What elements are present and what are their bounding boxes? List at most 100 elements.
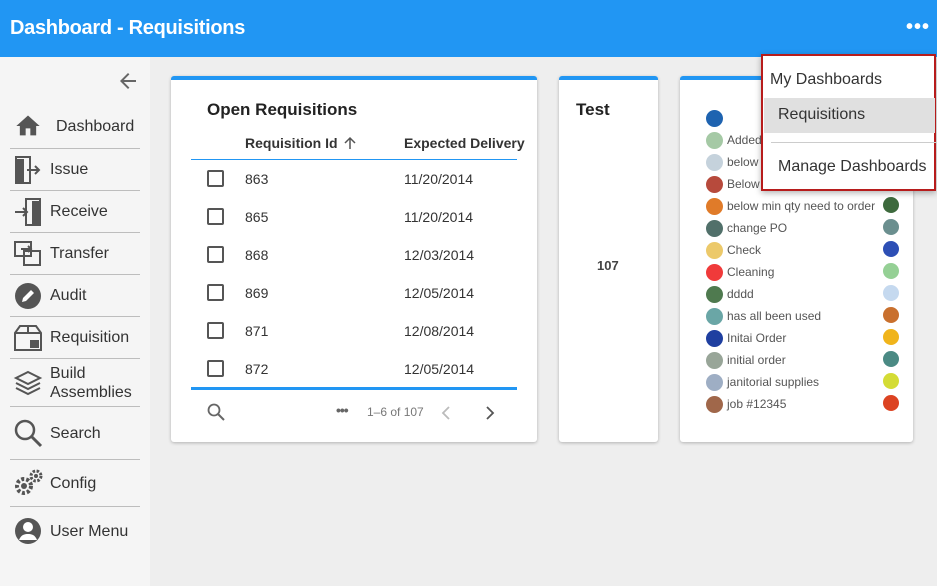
table-row[interactable]: 865 11/20/2014 [191,198,517,236]
legend-label: Cleaning [727,265,775,279]
legend-swatch [883,285,899,301]
legend-label: Below [727,177,760,191]
sidebar-item-dashboard[interactable]: Dashboard [10,104,140,149]
legend-swatch [883,241,899,257]
legend-item: janitorial supplies [706,373,819,391]
legend-swatch [883,219,899,235]
requisition-id-cell: 863 [245,171,269,187]
legend-swatch [706,241,723,259]
legend-swatch [706,175,723,193]
legend-item: initial order [706,351,786,369]
exit-door-icon [12,154,44,186]
sidebar-item-label: Issue [50,161,89,178]
sidebar-item-user-menu[interactable]: User Menu [10,507,140,555]
legend-swatch [706,395,723,413]
sidebar-item-label: Dashboard [56,117,135,135]
legend-swatch [883,373,899,389]
menu-item-label: Requisitions [778,106,866,123]
legend-item: below [706,153,758,171]
column-header-expected-delivery[interactable]: Expected Delivery [404,135,525,151]
legend-swatch [706,131,723,149]
sidebar-item-receive[interactable]: Receive [10,191,140,233]
sidebar-item-label: Build Assemblies [50,364,132,402]
enter-door-icon [12,196,44,228]
row-checkbox[interactable] [207,322,224,339]
sidebar-item-issue[interactable]: Issue [10,149,140,191]
legend-item: job #12345 [706,395,786,413]
dashboards-menu: My Dashboards Requisitions Manage Dashbo… [761,54,936,191]
card-title: Open Requisitions [207,100,358,119]
sidebar-item-config[interactable]: Config [10,460,140,507]
expected-delivery-cell: 11/20/2014 [404,171,474,187]
sidebar-item-label: Config [50,474,97,492]
table-row[interactable]: 868 12/03/2014 [191,236,517,274]
row-checkbox[interactable] [207,208,224,225]
legend-swatch [706,373,723,391]
arrow-left-icon[interactable] [116,69,140,93]
row-checkbox[interactable] [207,246,224,263]
legend-label: initial order [727,353,786,367]
sidebar-item-label: Transfer [50,245,109,262]
legend-swatch [883,307,899,323]
column-label: Requisition Id [245,135,338,151]
legend-label: change PO [727,221,788,235]
footer-divider [191,387,517,390]
open-requisitions-card: Open Requisitions Requisition Id Expecte… [171,76,537,442]
requisition-id-cell: 865 [245,209,269,225]
sidebar-item-search[interactable]: Search [10,407,140,460]
sidebar-item-label: Receive [50,203,108,220]
more-horizontal-icon[interactable]: ••• [906,16,930,39]
chevron-left-icon[interactable] [441,406,453,425]
menu-divider [771,142,936,143]
legend-swatch [706,307,723,325]
test-card: Test 107 [559,76,658,442]
legend-swatch [883,263,899,279]
legend-item: Initai Order [706,329,786,347]
sidebar-item-label: Audit [50,287,87,304]
table-row[interactable]: 863 11/20/2014 [191,160,517,198]
legend-swatch [706,109,723,127]
table-row[interactable]: 869 12/05/2014 [191,274,517,312]
legend-swatch [706,329,723,347]
legend-item: Cleaning [706,263,774,281]
more-pages-button[interactable]: ••• [336,402,349,418]
sidebar-item-transfer[interactable]: Transfer [10,233,140,275]
card-title: Test [576,100,610,119]
legend-swatch [706,285,723,303]
legend-swatch [883,395,899,411]
sidebar-item-audit[interactable]: Audit [10,275,140,317]
legend-item: below min qty need to order [706,197,875,215]
legend-swatch [706,263,723,281]
pencil-circle-icon [12,280,44,312]
chevron-right-icon[interactable] [484,406,496,425]
legend-item: Below [706,175,760,193]
sidebar-item-requisition[interactable]: Requisition [10,317,140,359]
home-icon [12,110,44,142]
row-checkbox[interactable] [207,360,224,377]
gears-icon [12,467,44,499]
metric-value: 107 [597,258,619,273]
requisition-id-cell: 871 [245,323,269,339]
legend-swatch [883,351,899,367]
legend-label: dddd [727,287,754,301]
expected-delivery-cell: 12/08/2014 [404,323,475,339]
sidebar: Dashboard Issue Receive Transfer Audit R… [0,57,150,586]
legend-label: Initai Order [727,331,787,345]
legend-swatch [706,351,723,369]
row-checkbox[interactable] [207,170,224,187]
legend-label: job #12345 [727,397,787,411]
table-row[interactable]: 871 12/08/2014 [191,312,517,350]
expected-delivery-cell: 12/03/2014 [404,247,475,263]
menu-item-manage-dashboards[interactable]: Manage Dashboards [778,158,927,176]
table-row[interactable]: 872 12/05/2014 [191,350,517,388]
sidebar-item-label-line2: Assemblies [50,383,132,401]
legend-item: change PO [706,219,787,237]
sidebar-item-build-assemblies[interactable]: Build Assemblies [10,359,140,407]
legend-swatch [883,329,899,345]
menu-header-my-dashboards: My Dashboards [770,71,883,88]
expected-delivery-cell: 12/05/2014 [404,285,475,301]
column-header-requisition-id[interactable]: Requisition Id [245,135,357,153]
row-checkbox[interactable] [207,284,224,301]
app-header: Dashboard - Requisitions ••• [0,0,937,57]
search-icon[interactable] [207,403,225,426]
